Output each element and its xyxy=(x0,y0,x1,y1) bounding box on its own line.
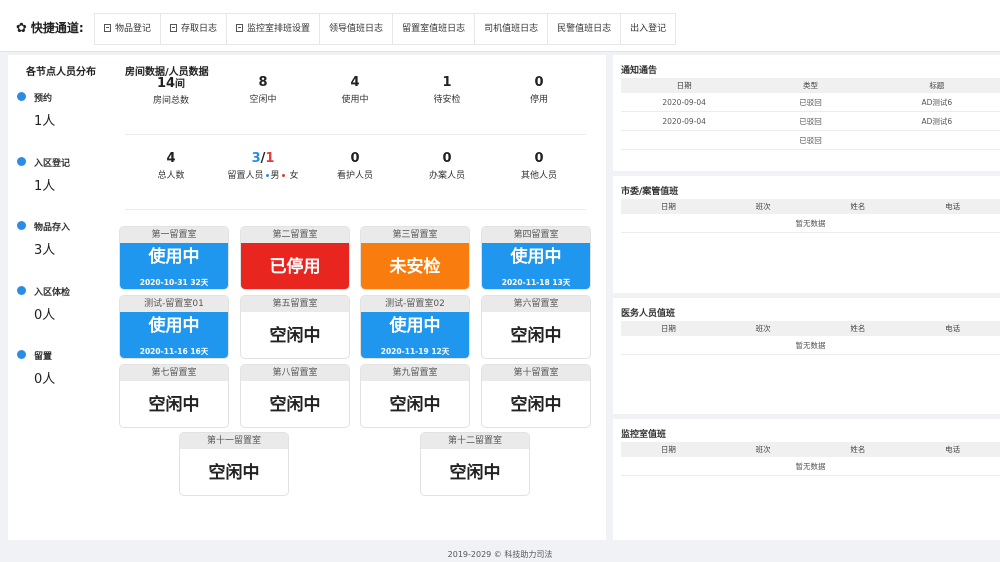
female-dot-icon xyxy=(281,174,285,177)
footer-copyright: 2019-2029 © 科技助力司法 xyxy=(447,550,553,559)
room-stats-row: 14间 房间总数 8 空闲中 4 使用中 1 待安检 0 停用 xyxy=(125,75,585,106)
room-card[interactable]: 测试-留置室02 使用中 2020-11-19 12天 xyxy=(360,295,470,359)
divider xyxy=(125,134,586,135)
node-timeline: 预约 1人 入区登记 1人 物品存入 3人 入区体检 0人 留置 0人 xyxy=(17,91,121,411)
table-row[interactable]: 已驳回 xyxy=(621,131,1000,150)
quick-link-item-register[interactable]: 物品登记 xyxy=(94,13,161,45)
timeline-item: 留置 0人 xyxy=(17,349,121,414)
empty-data-row: 暂无数据 xyxy=(621,336,1000,355)
people-stats-row: 4 总人数 3/1 留置人员男 女 0 看护人员 0 办案人员 0 其他人员 xyxy=(125,151,585,181)
room-card[interactable]: 第九留置室 空闲中 xyxy=(360,364,470,428)
timeline-dot xyxy=(17,156,26,166)
table-header: 日期 班次 姓名 电话 xyxy=(621,321,1000,336)
document-icon xyxy=(236,24,244,32)
quick-link-entry-exit-register[interactable]: 出入登记 xyxy=(620,13,677,45)
room-card[interactable]: 第七留置室 空闲中 xyxy=(119,364,229,428)
notice-panel: 通知通告 日期 类型 标题 2020-09-04 已驳回 AD测试6 2020-09-0… xyxy=(613,55,1000,171)
quick-link-driver-duty-log[interactable]: 司机值班日志 xyxy=(474,13,548,45)
medical-duty-table: 日期 班次 姓名 电话 暂无数据 xyxy=(621,321,1000,355)
room-card[interactable]: 第四留置室 使用中 2020-11-18 13天 xyxy=(481,226,591,290)
notice-title: 通知通告 xyxy=(621,66,658,76)
quick-link-police-duty-log[interactable]: 民警值班日志 xyxy=(547,13,621,45)
stat-pending-check-rooms: 1 待安检 xyxy=(433,75,461,105)
committee-duty-title: 市委/案管值班 xyxy=(621,187,679,197)
quick-access-title: ✿ 快捷通道: xyxy=(16,19,84,36)
stat-case-officers: 0 办案人员 xyxy=(428,151,465,181)
quick-link-leader-duty-log[interactable]: 领导值班日志 xyxy=(319,13,393,45)
table-row[interactable]: 2020-09-04 已驳回 AD测试6 xyxy=(621,93,1000,112)
room-card[interactable]: 测试-留置室01 使用中 2020-11-16 16天 xyxy=(119,295,229,359)
empty-data-row: 暂无数据 xyxy=(621,214,1000,233)
gear-icon: ✿ xyxy=(16,21,27,36)
room-card[interactable]: 第六留置室 空闲中 xyxy=(481,295,591,359)
stat-guard-people: 0 看护人员 xyxy=(336,151,373,181)
document-icon xyxy=(170,24,178,32)
monitor-duty-table: 日期 班次 姓名 电话 暂无数据 xyxy=(621,442,1000,476)
room-card[interactable]: 第三留置室 未安检 xyxy=(360,226,470,290)
node-distribution-title: 各节点人员分布 xyxy=(26,67,96,78)
room-card[interactable]: 第二留置室 已停用 xyxy=(240,226,350,290)
table-header: 日期 类型 标题 xyxy=(621,78,1000,93)
room-card[interactable]: 第一留置室 使用中 2020-10-31 32天 xyxy=(119,226,229,290)
timeline-item: 预约 1人 xyxy=(17,91,121,156)
timeline-item: 入区登记 1人 xyxy=(17,156,121,221)
stat-disabled-rooms: 0 停用 xyxy=(529,75,548,105)
committee-duty-table: 日期 班次 姓名 电话 暂无数据 xyxy=(621,199,1000,233)
stat-total-people: 4 总人数 xyxy=(157,151,185,181)
table-header: 日期 班次 姓名 电话 xyxy=(621,442,1000,457)
empty-data-row: 暂无数据 xyxy=(621,457,1000,476)
timeline-item: 物品存入 3人 xyxy=(17,220,121,285)
room-card[interactable]: 第五留置室 空闲中 xyxy=(240,295,350,359)
quick-link-monitor-schedule[interactable]: 监控室排班设置 xyxy=(226,13,320,45)
quick-links: 物品登记 存取日志 监控室排班设置 领导值班日志 留置室值班日志 司机值班日志 … xyxy=(94,13,677,45)
notice-table: 日期 类型 标题 2020-09-04 已驳回 AD测试6 2020-09-04 已驳回 A… xyxy=(621,78,1000,150)
timeline-dot xyxy=(17,221,26,230)
timeline-item: 入区体检 0人 xyxy=(17,285,121,350)
stat-detained-people: 3/1 留置人员男 女 xyxy=(227,151,299,181)
medical-duty-panel: 医务人员值班 日期 班次 姓名 电话 暂无数据 xyxy=(613,298,1000,414)
table-header: 日期 班次 姓名 电话 xyxy=(621,199,1000,214)
stat-idle-rooms: 8 空闲中 xyxy=(249,75,277,105)
quick-link-access-log[interactable]: 存取日志 xyxy=(160,13,227,45)
timeline-dot xyxy=(17,350,26,359)
stat-other-people: 0 其他人员 xyxy=(520,151,557,181)
stat-total-rooms: 14间 房间总数 xyxy=(152,76,189,106)
monitor-duty-panel: 监控室值班 日期 班次 姓名 电话 暂无数据 xyxy=(613,419,1000,540)
stat-in-use-rooms: 4 使用中 xyxy=(341,75,369,105)
monitor-duty-title: 监控室值班 xyxy=(621,430,667,440)
room-card[interactable]: 第十留置室 空闲中 xyxy=(481,364,591,428)
timeline-dot xyxy=(17,285,26,295)
committee-duty-panel: 市委/案管值班 日期 班次 姓名 电话 暂无数据 xyxy=(613,176,1000,293)
male-dot-icon xyxy=(265,174,269,177)
timeline-dot xyxy=(17,92,26,101)
document-icon xyxy=(104,24,111,32)
quick-access-label: 快捷通道: xyxy=(30,21,84,35)
room-card[interactable]: 第八留置室 空闲中 xyxy=(240,364,350,428)
room-card[interactable]: 第十一留置室 空闲中 xyxy=(179,432,289,496)
room-card[interactable]: 第十二留置室 空闲中 xyxy=(420,432,530,496)
main-dashboard-panel: 各节点人员分布 预约 1人 入区登记 1人 物品存入 3人 入区体检 0人 留置 0人 房… xyxy=(8,55,606,540)
divider xyxy=(125,209,586,210)
medical-duty-title: 医务人员值班 xyxy=(621,309,676,319)
table-row[interactable]: 2020-09-04 已驳回 AD测试6 xyxy=(621,112,1000,131)
quick-link-detention-duty-log[interactable]: 留置室值班日志 xyxy=(392,13,475,45)
quick-access-bar: ✿ 快捷通道: 物品登记 存取日志 监控室排班设置 领导值班日志 留置室值班日志 … xyxy=(0,0,1000,52)
